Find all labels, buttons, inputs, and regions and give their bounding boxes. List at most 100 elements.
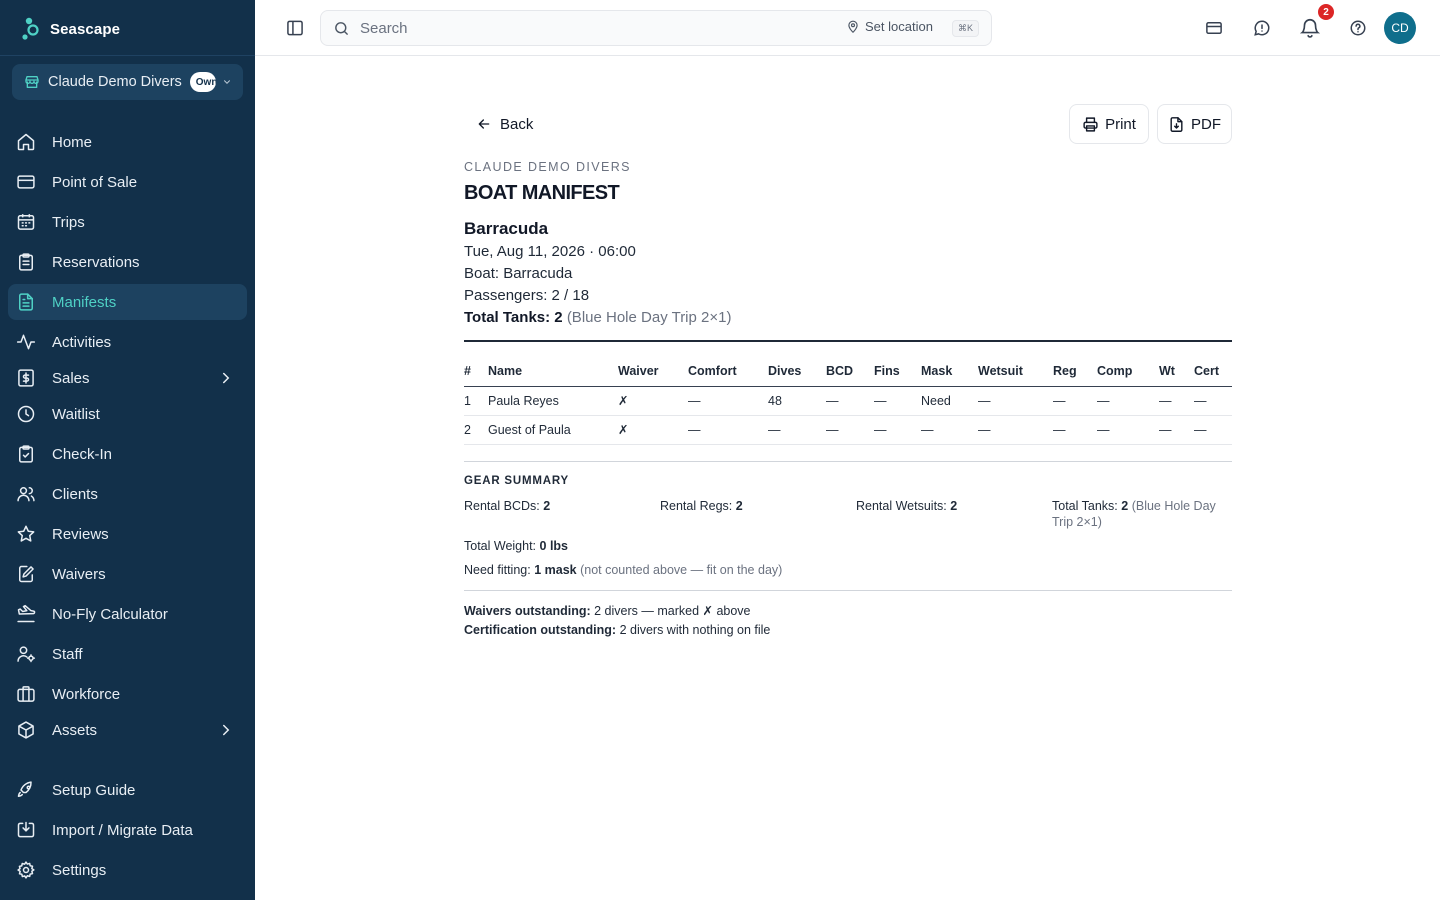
need-fitting-value: 1 mask	[534, 563, 577, 577]
printer-icon	[1083, 116, 1098, 132]
sidebar-item-sales[interactable]: Sales	[8, 360, 247, 396]
sidebar-item-label: Home	[52, 133, 93, 151]
waivers-outstanding: Waivers outstanding: 2 divers — marked ✗…	[464, 603, 751, 618]
column-header: Dives	[768, 357, 826, 387]
star-icon	[16, 524, 36, 544]
cert-outstanding-label: Certification outstanding:	[464, 623, 617, 637]
notification-badge: 2	[1318, 4, 1334, 20]
sidebar-item-clients[interactable]: Clients	[8, 476, 247, 512]
sidebar-item-home[interactable]: Home	[8, 124, 247, 160]
sidebar-item-label: Import / Migrate Data	[52, 821, 193, 839]
sidebar-item-label: Settings	[52, 861, 107, 879]
column-header: Reg	[1053, 357, 1097, 387]
file-download-icon	[1170, 116, 1183, 132]
sidebar: Seascape Claude Demo Divers Owner Home P…	[0, 0, 255, 900]
sidebar-item-workforce[interactable]: Workforce	[8, 676, 247, 712]
column-header: Comp	[1097, 357, 1159, 387]
pdf-button[interactable]: PDF	[1157, 104, 1232, 144]
sidebar-item-reviews[interactable]: Reviews	[8, 516, 247, 552]
table-cell: —	[978, 386, 1053, 416]
table-cell: —	[1159, 386, 1194, 416]
sidebar-toggle-icon[interactable]	[285, 18, 305, 38]
avatar[interactable]: CD	[1384, 12, 1416, 44]
calendar-icon	[16, 212, 36, 232]
table-cell: 2	[464, 415, 488, 445]
search-shortcut: ⌘K	[951, 19, 979, 37]
section-divider	[464, 590, 1232, 591]
need-fitting: Need fitting: 1 mask (not counted above …	[464, 562, 782, 578]
table-cell: —	[768, 415, 826, 445]
sidebar-item-point-of-sale[interactable]: Point of Sale	[8, 164, 247, 200]
sidebar-item-no-fly-calculator[interactable]: No-Fly Calculator	[8, 596, 247, 632]
chevron-down-icon	[223, 80, 230, 84]
trip-name: Barracuda	[464, 219, 549, 238]
sidebar-item-activities[interactable]: Activities	[8, 324, 247, 360]
activity-icon	[16, 332, 36, 352]
column-header: Waiver	[618, 357, 688, 387]
import-icon	[16, 820, 36, 840]
sidebar-item-label: Reservations	[52, 253, 140, 271]
rental-bcds-value: 2	[543, 499, 551, 513]
clipboard-icon	[16, 252, 36, 272]
sidebar-item-waivers[interactable]: Waivers	[8, 556, 247, 592]
sidebar-item-label: Check-In	[52, 445, 113, 463]
total-tanks-label: Total Tanks:	[464, 309, 551, 326]
search-icon	[335, 21, 348, 35]
sidebar-item-label: Setup Guide	[52, 781, 136, 799]
print-button[interactable]: Print	[1069, 104, 1149, 144]
sidebar-item-import-migrate-data[interactable]: Import / Migrate Data	[8, 812, 247, 848]
arrow-left-icon	[478, 119, 490, 129]
sidebar-item-staff[interactable]: Staff	[8, 636, 247, 672]
sidebar-item-trips[interactable]: Trips	[8, 204, 247, 240]
rental-regs-value: 2	[735, 499, 743, 513]
sidebar-item-waitlist[interactable]: Waitlist	[8, 396, 247, 432]
org-switcher[interactable]: Claude Demo Divers Owner	[12, 64, 243, 100]
table-cell: —	[1194, 415, 1232, 445]
feedback-icon[interactable]	[1251, 17, 1273, 39]
org-name: Claude Demo Divers	[48, 74, 182, 90]
back-button[interactable]: Back	[464, 108, 533, 140]
trip-total-tanks: Total Tanks: 2 (Blue Hole Day Trip 2×1)	[464, 309, 731, 326]
table-cell: —	[1097, 415, 1159, 445]
column-header: Fins	[874, 357, 921, 387]
column-header: Wetsuit	[978, 357, 1053, 387]
set-location-button[interactable]: Set location	[846, 19, 933, 34]
sidebar-item-label: Waivers	[52, 565, 106, 583]
need-fitting-label: Need fitting:	[464, 563, 531, 577]
trip-passengers: Passengers: 2 / 18	[464, 287, 590, 304]
brand[interactable]: Seascape	[20, 14, 120, 44]
chevron-right-icon	[223, 724, 230, 736]
manifest-table: # Name Waiver Comfort Dives BCD Fins Mas…	[464, 357, 1232, 445]
bell-icon[interactable]	[1299, 17, 1321, 39]
sidebar-item-label: Waitlist	[52, 405, 100, 423]
map-pin-icon	[848, 20, 858, 33]
sidebar-item-setup-guide[interactable]: Setup Guide	[8, 772, 247, 808]
help-icon[interactable]	[1347, 17, 1369, 39]
clipboard-check-icon	[16, 444, 36, 464]
column-header: Comfort	[688, 357, 768, 387]
table-cell: ✗	[618, 415, 688, 445]
total-weight: Total Weight: 0 lbs	[464, 538, 568, 554]
table-row: 2 Guest of Paula ✗ — — — — — — — — — —	[464, 415, 1232, 445]
table-cell: 48	[768, 386, 826, 416]
sidebar-item-label: Point of Sale	[52, 173, 138, 191]
dollar-icon	[16, 368, 36, 388]
card-reader-icon[interactable]	[1203, 17, 1225, 39]
sidebar-item-assets[interactable]: Assets	[8, 712, 247, 748]
column-header: Cert	[1194, 357, 1232, 387]
sidebar-item-settings[interactable]: Settings	[8, 852, 247, 888]
rental-wetsuits-value: 2	[950, 499, 958, 513]
cert-outstanding-text: 2 divers with nothing on file	[619, 623, 771, 637]
sidebar-item-manifests[interactable]: Manifests	[8, 284, 247, 320]
gear-summary-title: GEAR SUMMARY	[464, 475, 570, 487]
trip-datetime: Tue, Aug 11, 2026 · 06:00	[464, 243, 636, 260]
table-cell: —	[874, 386, 921, 416]
table-cell: —	[874, 415, 921, 445]
table-header-row: # Name Waiver Comfort Dives BCD Fins Mas…	[464, 357, 1232, 387]
sidebar-item-check-in[interactable]: Check-In	[8, 436, 247, 472]
sidebar-item-reservations[interactable]: Reservations	[8, 244, 247, 280]
total-weight-label: Total Weight:	[464, 539, 537, 553]
briefcase-icon	[16, 684, 36, 704]
column-header: Wt	[1159, 357, 1194, 387]
sidebar-item-label: Manifests	[52, 293, 117, 311]
